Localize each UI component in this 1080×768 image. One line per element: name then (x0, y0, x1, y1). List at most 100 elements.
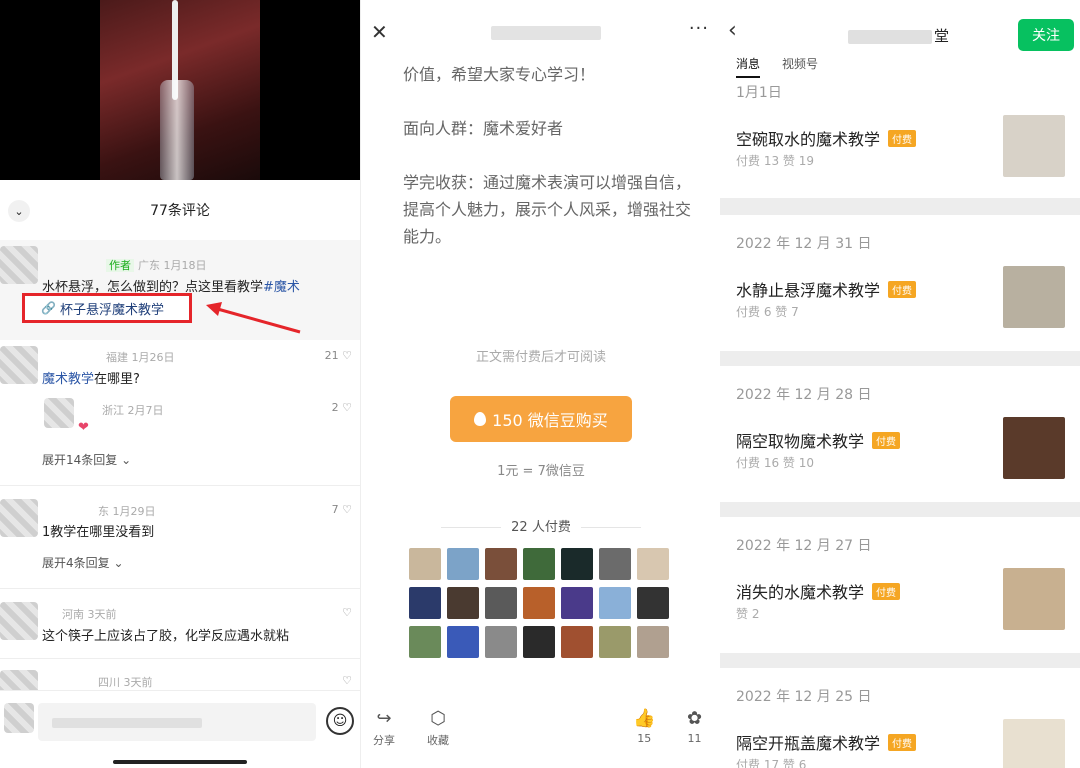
home-indicator (113, 760, 247, 764)
follow-button[interactable]: 关注 (1018, 19, 1074, 51)
post-title: 空碗取水的魔术教学 付费 (736, 126, 917, 150)
post-stats: 付费 16 赞 10 (736, 456, 814, 470)
like-button[interactable]: 2 ♡ (332, 401, 352, 414)
payer-avatar[interactable] (409, 548, 441, 580)
comment-text: 这个筷子上应该占了胶，化学反应遇水就粘 (42, 629, 290, 644)
like-button[interactable]: 7 ♡ (332, 503, 352, 516)
payer-avatar[interactable] (447, 626, 479, 658)
wow-button[interactable]: ✿ 11 (687, 708, 702, 745)
post-title: 消失的水魔术教学 付费 (736, 579, 901, 603)
hashtag-link[interactable]: #魔术 (263, 280, 300, 295)
expand-replies-button[interactable]: 展开4条回复 ⌄ (42, 554, 124, 571)
comment-meta: 作者 广东 1月18日 (106, 257, 207, 273)
post-date: 2022 年 12 月 25 日 (736, 689, 872, 705)
paid-badge: 付费 (888, 130, 917, 147)
post-card[interactable]: 1月1日 空碗取水的魔术教学 付费 付费 13 赞 19 (720, 80, 1080, 198)
payer-avatar[interactable] (637, 587, 669, 619)
article-body-line: 面向人群：魔术爱好者 (403, 119, 564, 138)
exchange-rate: 1元 = 7微信豆 (497, 464, 585, 479)
avatar[interactable] (0, 602, 38, 640)
paid-badge: 付费 (872, 432, 901, 449)
article-panel: ✕ ··· 价值，希望大家专心学习！ 面向人群：魔术爱好者 学完收获：通过魔术表… (360, 0, 720, 768)
avatar[interactable] (0, 246, 38, 284)
comment-input-bar: ☺ (0, 690, 360, 768)
paid-badge: 付费 (888, 734, 917, 751)
post-stats: 付费 13 赞 19 (736, 154, 814, 168)
comment-meta: 东 1月29日 (98, 505, 156, 518)
expand-replies-button[interactable]: 展开14条回复 ⌄ (42, 451, 131, 468)
avatar[interactable] (0, 346, 38, 384)
flower-icon: ✿ (687, 708, 703, 729)
comment-text: 1教学在哪里没看到 (42, 525, 155, 540)
emoji-button[interactable]: ☺ (326, 707, 354, 735)
close-icon[interactable]: ✕ (371, 20, 388, 44)
cube-icon: ⬡ (430, 708, 446, 729)
payer-avatar[interactable] (409, 626, 441, 658)
paywall-note: 正文需付费后才可阅读 (475, 350, 606, 365)
back-icon[interactable]: ‹ (728, 18, 737, 43)
article-body-line: 学完收获：通过魔术表演可以增强自信，提高个人魅力，展示个人风采，增强社交能力。 (403, 173, 692, 246)
post-card[interactable]: 2022 年 12 月 31 日 水静止悬浮魔术教学 付费 付费 6 赞 7 (720, 215, 1080, 351)
payer-avatar[interactable] (447, 587, 479, 619)
buy-button[interactable]: 150 微信豆购买 (450, 396, 632, 442)
hashtag-link[interactable]: 魔术教学 (42, 372, 94, 387)
comment-count-title: 77条评论 (150, 203, 210, 219)
collapse-button[interactable]: ⌄ (8, 200, 30, 222)
payer-avatar[interactable] (561, 587, 593, 619)
comment-meta: 四川 3天前 (98, 676, 153, 689)
wechat-bean-icon (474, 412, 487, 426)
article-body-line: 价值，希望大家专心学习！ (403, 65, 596, 84)
channel-panel: ‹ 堂 关注 消息 视频号 1月1日 空碗取水的魔术教学 付费 付费 13 赞 1… (720, 0, 1080, 768)
like-button[interactable]: ♡ (342, 674, 352, 687)
divider (0, 588, 360, 589)
paid-badge: 付费 (888, 281, 917, 298)
like-button[interactable]: 👍 15 (633, 708, 655, 745)
payer-avatar[interactable] (409, 587, 441, 619)
more-icon[interactable]: ··· (689, 18, 709, 39)
payer-avatar[interactable] (485, 626, 517, 658)
payer-avatar[interactable] (447, 548, 479, 580)
post-date: 1月1日 (736, 85, 782, 101)
share-icon: ↪ (376, 708, 392, 729)
like-button[interactable]: ♡ (342, 606, 352, 619)
comment-sheet-header: ⌄ 77条评论 (0, 180, 360, 240)
course-link[interactable]: 🔗 杯子悬浮魔术教学 (22, 293, 192, 323)
payer-avatar[interactable] (599, 587, 631, 619)
comment-meta: 河南 3天前 (62, 608, 117, 621)
thumbs-up-icon: 👍 (633, 708, 656, 729)
article-top-bar: ✕ ··· (361, 0, 720, 60)
payer-avatar[interactable] (561, 626, 593, 658)
divider (0, 658, 360, 659)
comment-meta: 浙江 2月7日 (102, 404, 164, 417)
tab-messages[interactable]: 消息 (736, 55, 761, 78)
payer-avatar[interactable] (637, 548, 669, 580)
like-button[interactable]: 21 ♡ (325, 349, 352, 362)
post-card[interactable]: 2022 年 12 月 28 日 隔空取物魔术教学 付费 付费 16 赞 10 (720, 366, 1080, 502)
post-date: 2022 年 12 月 28 日 (736, 387, 872, 403)
comment-input[interactable] (38, 703, 316, 741)
payer-avatar[interactable] (485, 548, 517, 580)
payer-avatar[interactable] (485, 587, 517, 619)
payer-avatar[interactable] (523, 587, 555, 619)
payer-avatar[interactable] (523, 626, 555, 658)
smile-icon: ☺ (332, 713, 348, 729)
share-button[interactable]: ↪ 分享 (373, 708, 395, 748)
payer-avatar-grid (409, 548, 673, 658)
collect-button[interactable]: ⬡ 收藏 (427, 708, 449, 748)
channel-title: 堂 (848, 25, 949, 46)
avatar[interactable] (44, 398, 74, 428)
payer-avatar[interactable] (523, 548, 555, 580)
channel-tabs: 消息 视频号 (736, 55, 818, 78)
article-bottom-bar: ↪ 分享 ⬡ 收藏 👍 15 ✿ 11 (361, 700, 720, 768)
payer-avatar[interactable] (599, 626, 631, 658)
payer-avatar[interactable] (599, 548, 631, 580)
post-card[interactable]: 2022 年 12 月 25 日 隔空开瓶盖魔术教学 付费 付费 17 赞 6 (720, 668, 1080, 768)
payer-avatar[interactable] (637, 626, 669, 658)
post-title: 水静止悬浮魔术教学 付费 (736, 277, 917, 301)
avatar[interactable] (0, 499, 38, 537)
payer-avatar[interactable] (561, 548, 593, 580)
tab-channels[interactable]: 视频号 (782, 55, 818, 78)
video-player[interactable] (0, 0, 360, 180)
post-card[interactable]: 2022 年 12 月 27 日 消失的水魔术教学 付费 赞 2 (720, 517, 1080, 653)
comment-text: 魔术教学在哪里? (42, 372, 140, 387)
